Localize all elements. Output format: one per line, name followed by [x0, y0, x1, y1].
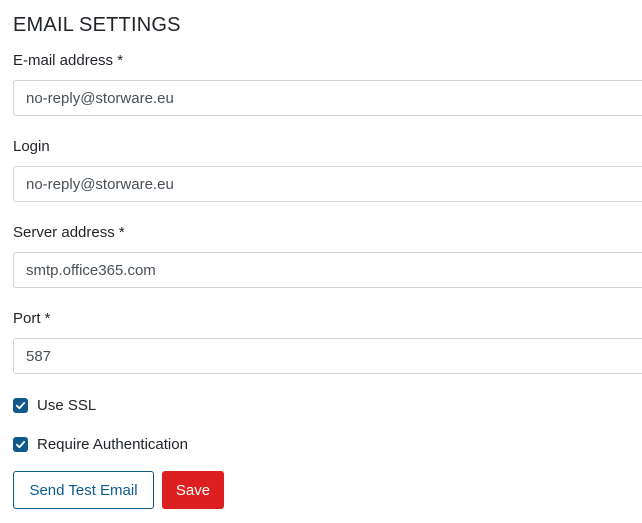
email-address-input[interactable] [13, 80, 642, 116]
checkmark-icon [15, 401, 26, 409]
use-ssl-label: Use SSL [37, 396, 97, 414]
port-input[interactable] [13, 338, 642, 374]
email-address-label: E-mail address * [13, 52, 124, 69]
send-test-email-button[interactable]: Send Test Email [13, 471, 154, 509]
save-button[interactable]: Save [162, 471, 224, 509]
login-input[interactable] [13, 166, 642, 202]
login-label: Login [13, 138, 50, 155]
use-ssl-checkbox-row[interactable]: Use SSL [13, 395, 96, 415]
require-authentication-checkbox-row[interactable]: Require Authentication [13, 434, 188, 454]
page-title: EMAIL SETTINGS [13, 14, 181, 36]
server-address-label: Server address * [13, 224, 125, 241]
port-label: Port * [13, 310, 51, 327]
require-authentication-checkbox[interactable] [13, 436, 28, 452]
require-authentication-label: Require Authentication [37, 435, 188, 453]
checkmark-icon [15, 440, 26, 448]
server-address-input[interactable] [13, 252, 642, 288]
use-ssl-checkbox[interactable] [13, 397, 28, 413]
